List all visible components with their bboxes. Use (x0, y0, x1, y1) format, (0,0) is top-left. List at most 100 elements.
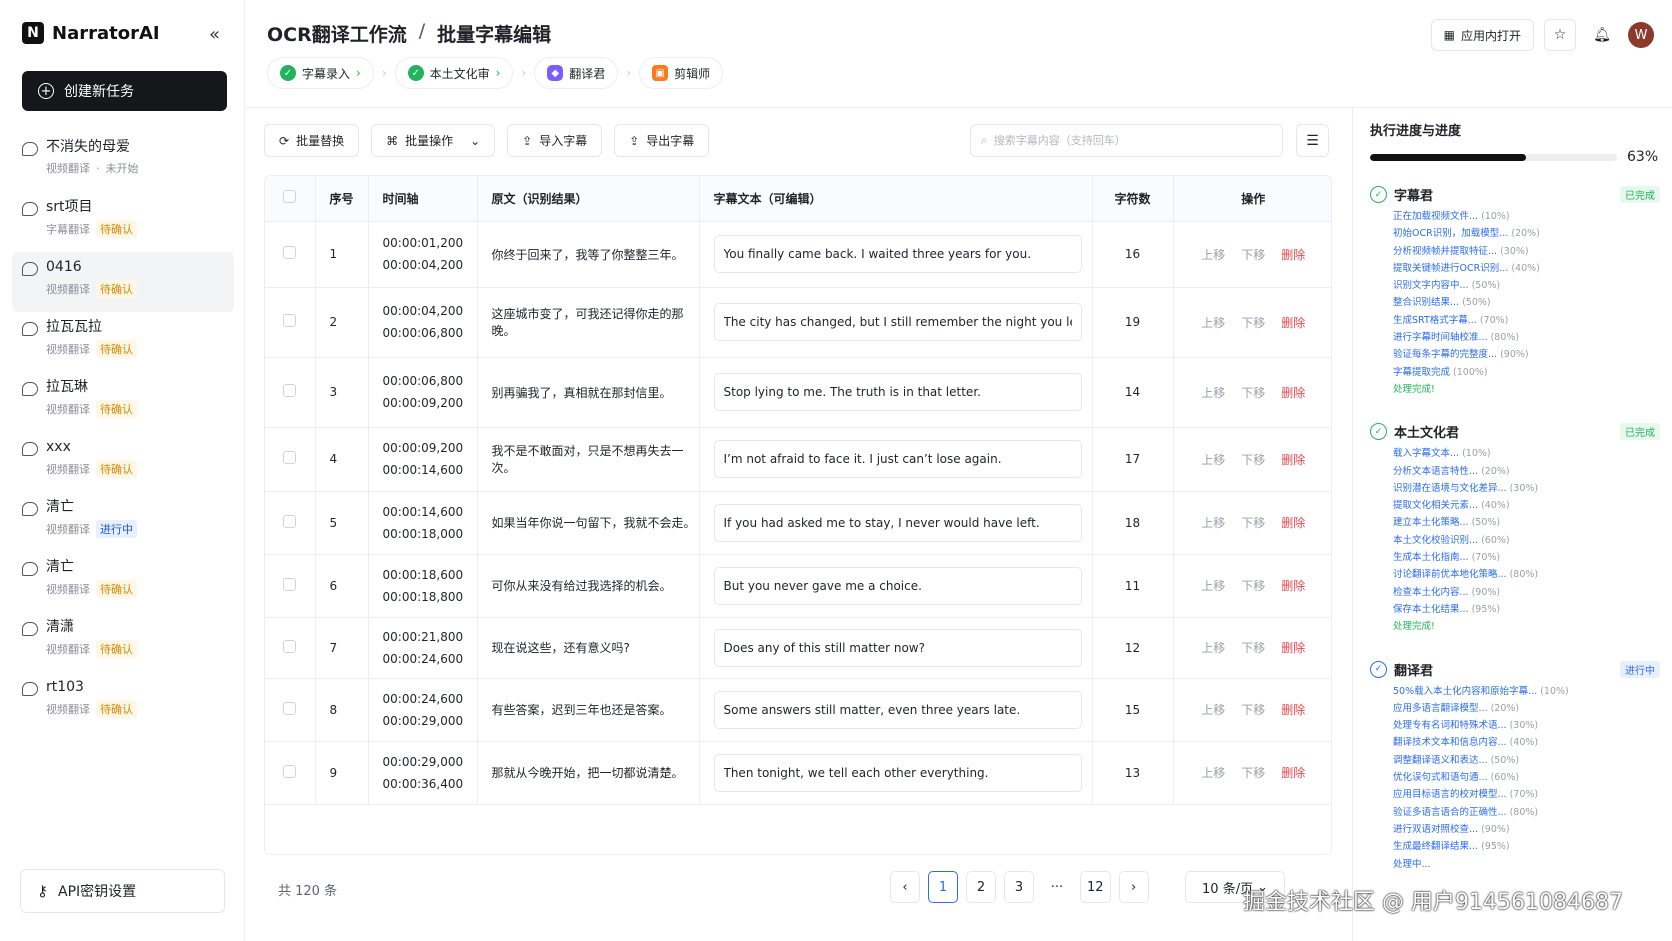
move-up-button[interactable]: 上移 (1201, 384, 1225, 401)
favorite-star-icon[interactable]: ☆ (1544, 19, 1576, 51)
task-status-badge: 待确认 (96, 580, 137, 598)
row-checkbox[interactable] (283, 577, 297, 591)
move-up-button[interactable]: 上移 (1201, 514, 1225, 531)
delete-button[interactable]: 删除 (1281, 514, 1305, 531)
subtitle-search-input[interactable] (993, 134, 1264, 147)
check-circle-icon: ✓ (280, 65, 296, 81)
row-checkbox[interactable] (283, 639, 297, 653)
sidebar-task-item[interactable]: 不消失的母爱 视频翻译 · 未开始 (12, 132, 234, 192)
sidebar-task-item[interactable]: 清亡 视频翻译 进行中 (12, 492, 234, 552)
notification-bell-icon[interactable]: 🔔︎ (1586, 19, 1618, 51)
sidebar-task-item[interactable]: 清潇 视频翻译 待确认 (12, 612, 234, 672)
batch-replace-button[interactable]: ⟳ 批量替换 (264, 124, 360, 157)
log-line: 本土文化校验识别... (60%) (1393, 532, 1660, 549)
sidebar-task-item[interactable]: 拉瓦瓦拉 视频翻译 待确认 (12, 312, 234, 372)
subtitle-text-input[interactable] (713, 440, 1082, 478)
move-down-button[interactable]: 下移 (1241, 451, 1265, 468)
task-body: 拉瓦瓦拉 视频翻译 待确认 (46, 316, 137, 368)
delete-button[interactable]: 删除 (1281, 246, 1305, 263)
next-page-icon[interactable]: › (1118, 871, 1149, 903)
row-subtitle-cell (699, 221, 1093, 288)
move-down-button[interactable]: 下移 (1241, 514, 1265, 531)
subtitle-text-input[interactable] (713, 690, 1082, 729)
progress-panel: 执行进度与进度 63% ✓ 字幕君 已完成 正在加载视频文件... (10%) 初始OC… (1370, 120, 1660, 873)
create-task-button[interactable]: + 创建新任务 (22, 71, 227, 111)
row-checkbox[interactable] (283, 314, 297, 327)
sidebar-task-item[interactable]: xxx 视频翻译 待确认 (12, 432, 234, 492)
breadcrumb-separator: / (418, 20, 426, 42)
move-down-button[interactable]: 下移 (1241, 764, 1265, 781)
user-avatar[interactable]: W (1628, 22, 1654, 48)
subtitle-text-input[interactable] (713, 303, 1082, 341)
row-checkbox[interactable] (283, 764, 297, 778)
table-row: 5 00:00:14,600 00:00:18,000 如果当年你说一句留下，我就不会… (265, 491, 1331, 555)
delete-button[interactable]: 删除 (1281, 701, 1305, 718)
page-button[interactable]: 2 (966, 871, 996, 903)
move-up-button[interactable]: 上移 (1201, 701, 1225, 718)
import-subtitle-button[interactable]: ⇪ 导入字幕 (507, 124, 603, 157)
move-up-button[interactable]: 上移 (1201, 451, 1225, 468)
create-task-label: 创建新任务 (64, 84, 134, 100)
log-text: 分析视频帧并提取特征... (1393, 245, 1498, 257)
breadcrumb-workflow[interactable]: OCR翻译工作流 (267, 20, 407, 47)
total-count: 共 120 条 (278, 884, 338, 899)
delete-button[interactable]: 删除 (1281, 764, 1305, 781)
delete-button[interactable]: 删除 (1281, 314, 1305, 331)
subtitle-text-input[interactable] (713, 235, 1082, 273)
open-in-app-button[interactable]: ▦ 应用内打开 (1430, 19, 1534, 51)
row-checkbox[interactable] (283, 384, 297, 397)
log-percent: (60%) (1481, 534, 1510, 546)
move-down-button[interactable]: 下移 (1241, 577, 1265, 594)
move-up-button[interactable]: 上移 (1201, 314, 1225, 331)
move-up-button[interactable]: 上移 (1201, 639, 1225, 656)
filter-settings-icon[interactable]: ☰ (1296, 124, 1329, 157)
collapse-sidebar-icon[interactable]: « (209, 24, 220, 45)
prev-page-icon[interactable]: ‹ (890, 871, 920, 903)
step-subtitle-input[interactable]: ✓ 字幕录入 › (267, 57, 374, 89)
import-subtitle-label: 导入字幕 (539, 134, 588, 148)
sidebar-task-item[interactable]: 拉瓦琳 视频翻译 待确认 (12, 372, 234, 432)
table-row: 1 00:00:01,200 00:00:04,200 你终于回来了，我等了你整整三年… (265, 221, 1331, 288)
batch-operations-dropdown[interactable]: ⌘ 批量操作 ⌄ (371, 124, 496, 157)
subtitle-text-input[interactable] (713, 373, 1082, 411)
sidebar-task-item[interactable]: 清亡 视频翻译 待确认 (12, 552, 234, 612)
export-subtitle-button[interactable]: ⇪ 导出字幕 (614, 124, 710, 157)
move-down-button[interactable]: 下移 (1241, 639, 1265, 656)
select-all-checkbox[interactable] (283, 190, 297, 204)
delete-button[interactable]: 删除 (1281, 577, 1305, 594)
task-type: 视频翻译 (46, 403, 90, 416)
task-type: 视频翻译 (46, 343, 90, 356)
row-checkbox[interactable] (283, 701, 297, 715)
move-up-button[interactable]: 上移 (1201, 764, 1225, 781)
move-up-button[interactable]: 上移 (1201, 246, 1225, 263)
move-down-button[interactable]: 下移 (1241, 384, 1265, 401)
move-down-button[interactable]: 下移 (1241, 314, 1265, 331)
page-button[interactable]: 3 (1004, 871, 1034, 903)
row-checkbox[interactable] (283, 451, 297, 464)
step-culture-review[interactable]: ✓ 本土文化审 › (394, 57, 514, 89)
subtitle-text-input[interactable] (713, 503, 1082, 542)
page-button[interactable]: 1 (928, 871, 958, 903)
api-key-settings-button[interactable]: ⚷ API密钥设置 (20, 869, 225, 913)
move-down-button[interactable]: 下移 (1241, 701, 1265, 718)
subtitle-text-input[interactable] (713, 566, 1082, 605)
delete-button[interactable]: 删除 (1281, 451, 1305, 468)
row-index: 9 (315, 741, 369, 805)
sidebar-task-item[interactable]: srt项目 字幕翻译 待确认 (12, 192, 234, 252)
delete-button[interactable]: 删除 (1281, 384, 1305, 401)
delete-button[interactable]: 删除 (1281, 639, 1305, 656)
step-translator[interactable]: ◆ 翻译君 (534, 57, 619, 89)
move-up-button[interactable]: 上移 (1201, 577, 1225, 594)
row-index: 2 (315, 287, 369, 358)
sidebar-task-item[interactable]: 0416 视频翻译 待确认 (12, 252, 234, 312)
row-actions: 上移 下移 删除 (1173, 554, 1331, 618)
subtitle-text-input[interactable] (713, 628, 1082, 667)
sidebar-task-item[interactable]: rt103 视频翻译 待确认 (12, 672, 234, 732)
page-button[interactable]: 12 (1080, 871, 1111, 903)
row-checkbox[interactable] (283, 246, 297, 259)
row-checkbox[interactable] (283, 514, 297, 528)
subtitle-text-input[interactable] (713, 753, 1082, 792)
move-down-button[interactable]: 下移 (1241, 246, 1265, 263)
brand[interactable]: N NarratorAI (22, 22, 160, 44)
step-editor[interactable]: ▣ 剪辑师 (639, 57, 724, 89)
